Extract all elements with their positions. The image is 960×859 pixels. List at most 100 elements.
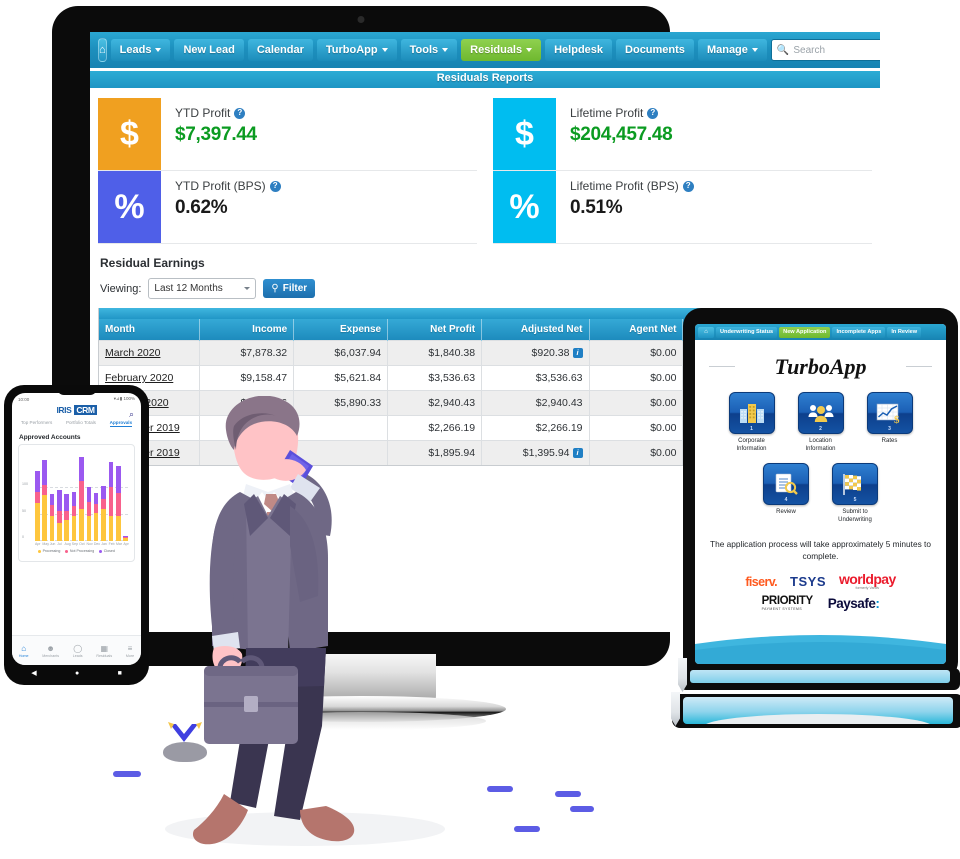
chart-legend-item[interactable]: Not Processing — [65, 549, 94, 553]
month-link[interactable]: March 2020 — [105, 347, 160, 359]
tab-underwriting-status[interactable]: Underwriting Status — [716, 326, 778, 338]
chart-bar[interactable] — [101, 485, 106, 541]
search-input[interactable]: 🔍 Search — [770, 39, 880, 61]
home-icon[interactable]: ⌂ — [698, 326, 714, 338]
tab-in-review[interactable]: In Review — [887, 326, 922, 338]
nav-item-leads[interactable]: Leads — [110, 39, 171, 61]
nav-leads[interactable]: ◯ Leads — [72, 645, 83, 659]
info-icon[interactable]: i — [572, 347, 583, 358]
step-submit-to-underwriting[interactable]: 5 Submit to Underwriting — [829, 463, 881, 524]
nav-item-turboapp[interactable]: TurboApp — [316, 39, 397, 61]
legend-swatch — [65, 549, 69, 553]
nav-more[interactable]: ≡ More — [126, 644, 134, 659]
home-circle-icon[interactable]: ● — [75, 670, 79, 677]
nav-merchants[interactable]: ☻ Merchants — [42, 645, 59, 659]
chart-legend-item[interactable]: Processing — [38, 549, 60, 553]
chart-x-tick: Oct — [79, 542, 85, 546]
priority-sub: PAYMENT SYSTEMS — [761, 606, 803, 611]
cell-net-profit: $3,536.63 — [387, 365, 482, 391]
nav-item-documents[interactable]: Documents — [616, 39, 694, 61]
step-review[interactable]: 4 Review — [760, 463, 812, 524]
webcam-icon — [357, 16, 365, 23]
help-icon[interactable]: ? — [647, 107, 659, 119]
period-select[interactable]: Last 12 Months — [148, 278, 257, 299]
tablet-screen: ⌂ Underwriting Status New Application In… — [695, 324, 946, 664]
tab-top-performers[interactable]: Top Performers — [21, 420, 52, 427]
nav-home[interactable]: ⌂ Home — [19, 644, 29, 659]
step-rates[interactable]: $ 3 Rates — [864, 392, 916, 453]
info-icon[interactable]: i — [572, 447, 583, 458]
nav-residuals[interactable]: ▦ Residuals — [96, 645, 112, 659]
chart-bar[interactable] — [79, 456, 84, 541]
chevron-down-icon — [442, 48, 449, 52]
approved-accounts-chart: 0 50 100 — [22, 449, 128, 541]
buildings-icon: 1 — [728, 392, 775, 434]
step-corporate-information[interactable]: 1 Corporate Information — [726, 392, 778, 453]
col-net-profit[interactable]: Net Profit — [387, 319, 482, 341]
home-icon: ⌂ — [21, 644, 27, 653]
step-number: 2 — [819, 426, 822, 432]
nav-item-manage[interactable]: Manage — [697, 39, 767, 61]
chart-bar[interactable] — [42, 460, 47, 541]
chart-x-tick: Mar — [115, 542, 122, 546]
businessman-illustration — [150, 395, 400, 854]
filter-button[interactable]: ⚲ Filter — [263, 279, 316, 298]
nav-item-new-lead[interactable]: New Lead — [174, 39, 244, 61]
step-caption: Review — [776, 509, 796, 516]
nav-label: Leads — [72, 654, 83, 658]
wave-shape — [695, 635, 946, 664]
back-icon[interactable]: ◀ — [31, 669, 36, 677]
tab-new-application[interactable]: New Application — [779, 326, 831, 338]
chart-bar[interactable] — [108, 461, 114, 541]
tab-portfolio-totals[interactable]: Portfolio Totals — [66, 420, 96, 427]
tab-incomplete-apps[interactable]: Incomplete Apps — [832, 326, 886, 338]
chart-bar[interactable] — [49, 493, 55, 541]
col-income[interactable]: Income — [199, 319, 294, 341]
home-icon[interactable]: ⌂ — [98, 38, 107, 62]
col-agent-net[interactable]: Agent Net — [588, 319, 683, 341]
nav-item-calendar[interactable]: Calendar — [247, 39, 313, 61]
chart-bar-segment — [42, 494, 47, 541]
more-icon: ≡ — [127, 644, 133, 653]
help-icon[interactable]: ? — [682, 180, 694, 192]
cell-agent-net: $0.00 — [588, 365, 683, 391]
kpi-body: Lifetime Profit ? $204,457.48 — [556, 98, 673, 170]
chart-bar[interactable] — [86, 486, 92, 541]
chart-bar-segment — [93, 513, 99, 541]
chart-bar[interactable] — [57, 490, 62, 541]
step-caption: Submit to Underwriting — [838, 509, 872, 524]
chart-legend-item[interactable]: Closed — [99, 549, 115, 553]
recents-icon[interactable]: ■ — [118, 670, 122, 677]
col-expense[interactable]: Expense — [293, 319, 388, 341]
chart-bar[interactable] — [35, 470, 40, 541]
nav-item-helpdesk[interactable]: Helpdesk — [545, 39, 613, 61]
nav-label: Manage — [706, 44, 748, 56]
chart-bar[interactable] — [123, 535, 128, 541]
step-location-information[interactable]: 2 Location Information — [795, 392, 847, 453]
filter-button-label: Filter — [282, 283, 308, 294]
dollar-icon: $ — [493, 98, 556, 170]
svg-text:$: $ — [894, 414, 900, 424]
kpi-label: YTD Profit ? — [175, 106, 257, 120]
col-month[interactable]: Month — [99, 319, 200, 341]
stylus-icon — [671, 692, 680, 726]
checkered-flag-icon: 5 — [832, 463, 878, 506]
search-icon[interactable]: ⌕ — [129, 409, 134, 420]
logo-row-1: fiserv. TSYS worldpay formerly Vantiv — [695, 572, 946, 590]
phone-screen: 10:00 ▾⊿▮ 100% IRIS CRM ⌕ Top Performers… — [12, 393, 141, 665]
percent-icon: % — [98, 171, 161, 243]
help-icon[interactable]: ? — [269, 180, 281, 192]
chart-bar[interactable] — [115, 465, 121, 541]
tab-approvals[interactable]: Approvals — [109, 420, 133, 427]
nav-item-residuals[interactable]: Residuals — [461, 39, 542, 61]
chart-bar[interactable] — [71, 492, 77, 541]
nav-item-tools[interactable]: Tools — [400, 39, 458, 61]
col-adjusted-net[interactable]: Adjusted Net — [481, 319, 589, 341]
chart-bar[interactable] — [64, 494, 70, 541]
help-icon[interactable]: ? — [234, 107, 246, 119]
chart-bar[interactable] — [93, 493, 99, 541]
chart-bar-segment — [35, 503, 40, 541]
chart-x-tick: Sep — [71, 542, 79, 546]
chart-dollar-icon: $ 3 — [866, 392, 913, 434]
month-link[interactable]: February 2020 — [105, 372, 173, 384]
